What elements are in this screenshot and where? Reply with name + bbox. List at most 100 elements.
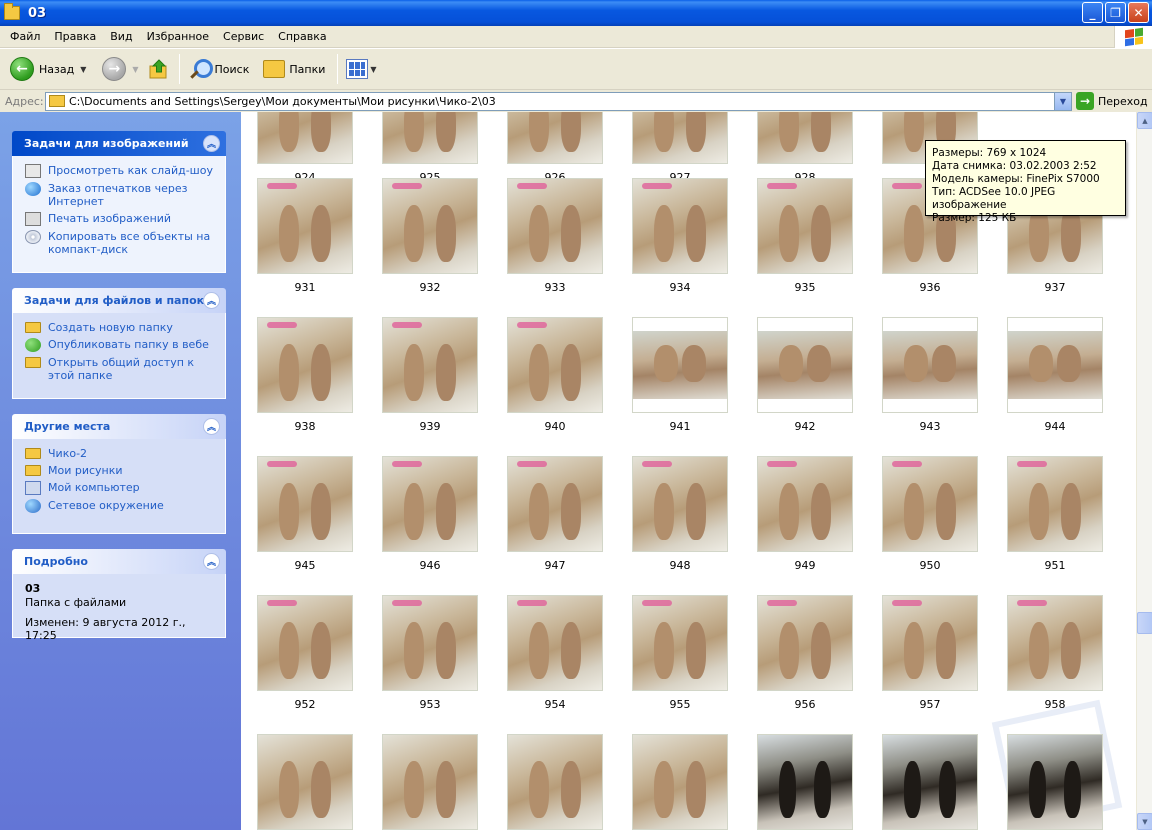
up-folder-button[interactable] xyxy=(143,52,175,86)
thumbnail[interactable] xyxy=(882,456,978,552)
thumbnail[interactable] xyxy=(632,734,728,830)
thumbnail[interactable] xyxy=(507,112,603,164)
thumbnail-label[interactable]: 931 xyxy=(257,281,353,294)
scroll-up-icon[interactable]: ▲ xyxy=(1137,112,1152,129)
thumbnail-label[interactable]: 944 xyxy=(1007,420,1103,433)
task-share-folder[interactable]: Открыть общий доступ к этой папке xyxy=(25,356,215,382)
thumbnail[interactable] xyxy=(257,178,353,274)
thumbnail-label[interactable]: 957 xyxy=(882,698,978,711)
thumbnail[interactable] xyxy=(507,595,603,691)
thumbnail[interactable] xyxy=(882,595,978,691)
scroll-thumb[interactable] xyxy=(1137,612,1152,634)
thumbnail[interactable] xyxy=(507,734,603,830)
thumbnail-label[interactable]: 934 xyxy=(632,281,728,294)
thumbnail-label[interactable]: 935 xyxy=(757,281,853,294)
thumbnail-label[interactable]: 950 xyxy=(882,559,978,572)
thumbnail-label[interactable]: 947 xyxy=(507,559,603,572)
thumbnail[interactable] xyxy=(1007,456,1103,552)
collapse-icon[interactable]: ︽ xyxy=(203,292,220,309)
thumbnail[interactable] xyxy=(632,595,728,691)
menu-tools[interactable]: Сервис xyxy=(216,30,271,43)
thumbnail[interactable] xyxy=(382,734,478,830)
thumbnail-label[interactable]: 942 xyxy=(757,420,853,433)
thumbnail-label[interactable]: 939 xyxy=(382,420,478,433)
thumbnail[interactable] xyxy=(632,317,728,413)
thumbnail-label[interactable]: 933 xyxy=(507,281,603,294)
other-places-header[interactable]: Другие места ︽ xyxy=(12,414,226,439)
thumbnail[interactable] xyxy=(382,178,478,274)
thumbnail[interactable] xyxy=(507,178,603,274)
thumbnail-label[interactable]: 956 xyxy=(757,698,853,711)
thumbnail[interactable] xyxy=(257,595,353,691)
thumbnail-label[interactable]: 945 xyxy=(257,559,353,572)
thumbnail[interactable] xyxy=(382,456,478,552)
forward-dropdown-icon[interactable]: ▼ xyxy=(132,65,138,74)
task-new-folder[interactable]: Создать новую папку xyxy=(25,321,215,334)
thumbnail-label[interactable]: 949 xyxy=(757,559,853,572)
thumbnail[interactable] xyxy=(632,112,728,164)
thumbnail-label[interactable]: 958 xyxy=(1007,698,1103,711)
thumbnail[interactable] xyxy=(632,456,728,552)
place-my-pictures[interactable]: Мои рисунки xyxy=(25,464,215,477)
menu-favorites[interactable]: Избранное xyxy=(140,30,216,43)
thumbnail-label[interactable]: 954 xyxy=(507,698,603,711)
thumbnail[interactable] xyxy=(882,734,978,830)
menu-help[interactable]: Справка xyxy=(271,30,333,43)
thumbnail-label[interactable]: 951 xyxy=(1007,559,1103,572)
thumbnail[interactable] xyxy=(757,595,853,691)
thumbnail[interactable] xyxy=(382,595,478,691)
thumbnail-label[interactable]: 938 xyxy=(257,420,353,433)
thumbnail-label[interactable]: 940 xyxy=(507,420,603,433)
views-dropdown-icon[interactable]: ▼ xyxy=(370,65,376,74)
forward-button[interactable]: → ▼ xyxy=(98,52,142,86)
thumbnail-label[interactable]: 955 xyxy=(632,698,728,711)
vertical-scrollbar[interactable]: ▲ ▼ xyxy=(1136,112,1152,830)
place-network[interactable]: Сетевое окружение xyxy=(25,499,215,513)
task-publish-web[interactable]: Опубликовать папку в вебе xyxy=(25,338,215,352)
file-tasks-header[interactable]: Задачи для файлов и папок ︽ xyxy=(12,288,226,313)
task-order-prints[interactable]: Заказ отпечатков через Интернет xyxy=(25,182,215,208)
folders-button[interactable]: Папки xyxy=(259,52,329,86)
thumbnail-label[interactable]: 936 xyxy=(882,281,978,294)
thumbnail[interactable] xyxy=(757,317,853,413)
thumbnail[interactable] xyxy=(257,112,353,164)
thumbnail-label[interactable]: 952 xyxy=(257,698,353,711)
thumbnail-label[interactable]: 937 xyxy=(1007,281,1103,294)
restore-button[interactable]: ❐ xyxy=(1105,2,1126,23)
thumbnail-label[interactable]: 932 xyxy=(382,281,478,294)
thumbnail[interactable] xyxy=(507,456,603,552)
thumbnail[interactable] xyxy=(882,317,978,413)
thumbnail[interactable] xyxy=(632,178,728,274)
collapse-icon[interactable]: ︽ xyxy=(203,553,220,570)
thumbnail-label[interactable]: 941 xyxy=(632,420,728,433)
search-button[interactable]: Поиск xyxy=(184,52,254,86)
task-print-images[interactable]: Печать изображений xyxy=(25,212,215,226)
thumbnail-label[interactable]: 953 xyxy=(382,698,478,711)
thumbnail[interactable] xyxy=(1007,595,1103,691)
thumbnail[interactable] xyxy=(507,317,603,413)
thumbnail[interactable] xyxy=(257,456,353,552)
thumbnail-label[interactable]: 946 xyxy=(382,559,478,572)
thumbnail[interactable] xyxy=(1007,734,1103,830)
thumbnail-label[interactable]: 948 xyxy=(632,559,728,572)
views-button[interactable]: ▼ xyxy=(342,52,380,86)
address-dropdown-icon[interactable]: ▼ xyxy=(1054,92,1071,110)
address-input[interactable]: C:\Documents and Settings\Sergey\Мои док… xyxy=(45,91,1072,111)
back-dropdown-icon[interactable]: ▼ xyxy=(80,65,86,74)
scroll-down-icon[interactable]: ▼ xyxy=(1137,813,1152,830)
thumbnail[interactable] xyxy=(757,178,853,274)
details-header[interactable]: Подробно ︽ xyxy=(12,549,226,574)
menu-view[interactable]: Вид xyxy=(103,30,139,43)
menu-edit[interactable]: Правка xyxy=(47,30,103,43)
thumbnail-label[interactable]: 943 xyxy=(882,420,978,433)
menu-file[interactable]: Файл xyxy=(0,30,47,43)
thumbnail[interactable] xyxy=(257,734,353,830)
minimize-button[interactable]: _ xyxy=(1082,2,1103,23)
thumbnail[interactable] xyxy=(757,112,853,164)
place-my-computer[interactable]: Мой компьютер xyxy=(25,481,215,495)
place-chiko-2[interactable]: Чико-2 xyxy=(25,447,215,460)
close-button[interactable]: ✕ xyxy=(1128,2,1149,23)
task-slideshow[interactable]: Просмотреть как слайд-шоу xyxy=(25,164,215,178)
thumbnail[interactable] xyxy=(757,734,853,830)
back-button[interactable]: ← Назад ▼ xyxy=(6,52,90,86)
